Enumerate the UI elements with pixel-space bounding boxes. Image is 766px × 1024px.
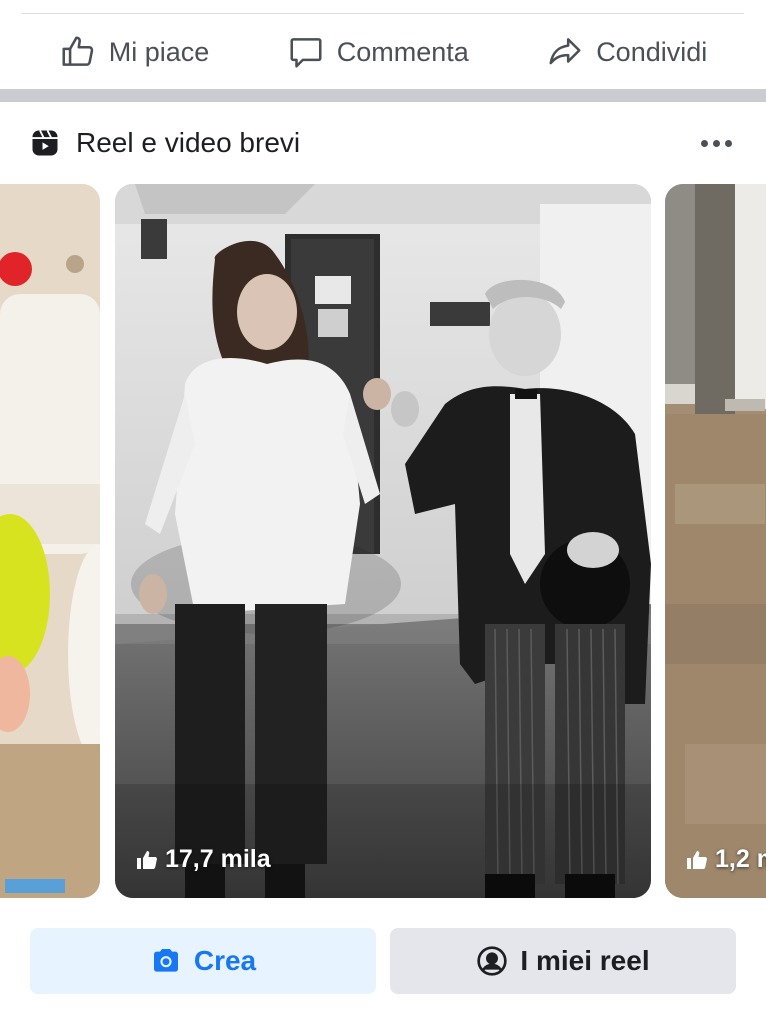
camera-icon: [153, 949, 178, 972]
thumbs-up-icon: [62, 36, 93, 66]
post-action-bar: Mi piace Commenta Condividi: [0, 14, 766, 90]
reels-actions: Crea I miei reel: [0, 928, 766, 994]
share-label: Condividi: [596, 36, 708, 67]
reel-likes: 1,2 m: [685, 845, 766, 874]
reels-header: Reel e video brevi: [0, 115, 766, 171]
share-button[interactable]: Condividi: [546, 33, 707, 71]
create-reel-label: Crea: [193, 945, 257, 976]
reel-thumbnail: [115, 184, 651, 898]
profile-icon: [477, 946, 508, 976]
more-options-button[interactable]: [697, 130, 736, 157]
more-icon: [701, 139, 708, 147]
like-button[interactable]: Mi piace: [59, 33, 210, 71]
section-separator: [0, 89, 766, 102]
comment-button[interactable]: Commenta: [287, 33, 469, 71]
reel-likes-count: 17,7 mila: [165, 845, 271, 873]
reels-icon: [32, 130, 58, 156]
thumbs-up-icon: [137, 850, 157, 869]
reel-likes: 17,7 mila: [135, 845, 271, 874]
comment-label: Commenta: [336, 36, 469, 67]
thumbs-up-icon: [687, 850, 707, 869]
my-reels-label: I miei reel: [520, 945, 650, 976]
reels-section-title: Reel e video brevi: [76, 127, 301, 158]
reel-card[interactable]: 1,2 m: [665, 184, 766, 898]
reel-thumbnail: [665, 184, 766, 898]
share-icon: [549, 38, 581, 65]
like-label: Mi piace: [108, 36, 210, 67]
create-reel-button[interactable]: Crea: [30, 928, 376, 994]
my-reels-button[interactable]: I miei reel: [390, 928, 736, 994]
reel-likes-count: 1,2 m: [715, 845, 766, 873]
reel-card[interactable]: [0, 184, 100, 898]
comment-icon: [290, 38, 322, 68]
reels-carousel[interactable]: 17,7 mila 1,2 m: [0, 184, 766, 898]
reel-card[interactable]: 17,7 mila: [115, 184, 651, 898]
reel-thumbnail: [0, 184, 100, 898]
